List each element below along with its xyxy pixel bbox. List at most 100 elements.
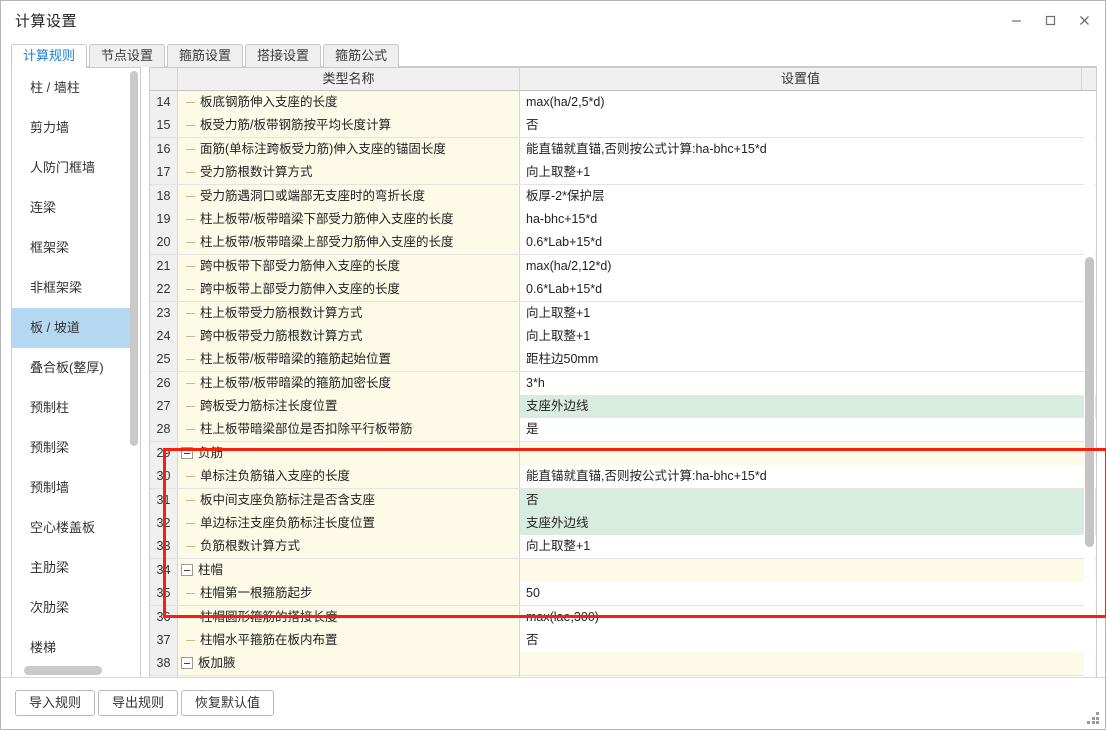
table-row[interactable]: 29 负筋 bbox=[150, 441, 1096, 466]
row-type-name[interactable]: 跨中板带下部受力筋伸入支座的长度 bbox=[178, 254, 520, 278]
row-type-name[interactable]: 柱帽第一根箍筋起步 bbox=[178, 582, 520, 606]
sidebar-item-0[interactable]: 柱 / 墙柱 bbox=[12, 68, 130, 108]
row-setting-value[interactable]: max(ha/2,12*d) bbox=[520, 254, 1096, 278]
tab-3[interactable]: 搭接设置 bbox=[245, 44, 322, 67]
row-type-name[interactable]: 柱帽水平箍筋在板内布置 bbox=[178, 628, 520, 652]
row-type-name[interactable]: 单边标注支座负筋标注长度位置 bbox=[178, 512, 520, 536]
row-setting-value[interactable]: 能直锚就直锚,否则按公式计算:ha-bhc+15*d bbox=[520, 137, 1096, 161]
row-setting-value[interactable] bbox=[520, 441, 1096, 465]
maximize-icon[interactable] bbox=[1033, 5, 1067, 35]
table-row[interactable]: 37 柱帽水平箍筋在板内布置否 bbox=[150, 628, 1096, 653]
row-setting-value[interactable]: 向上取整+1 bbox=[520, 161, 1096, 185]
row-type-name[interactable]: 受力筋根数计算方式 bbox=[178, 161, 520, 185]
sidebar-item-12[interactable]: 主肋梁 bbox=[12, 548, 130, 588]
table-row[interactable]: 32 单边标注支座负筋标注长度位置 支座外边线 bbox=[150, 512, 1096, 536]
sidebar-item-3[interactable]: 连梁 bbox=[12, 188, 130, 228]
sidebar-item-6[interactable]: 板 / 坡道 bbox=[12, 308, 130, 348]
tab-2[interactable]: 箍筋设置 bbox=[167, 44, 244, 67]
collapse-minus-icon[interactable] bbox=[181, 446, 193, 459]
table-row[interactable]: 19 柱上板带/板带暗梁下部受力筋伸入支座的长度 ha-bhc+15*d bbox=[150, 207, 1096, 232]
tab-0[interactable]: 计算规则 bbox=[11, 44, 88, 68]
row-type-name[interactable]: 跨板受力筋标注长度位置 bbox=[178, 395, 520, 419]
row-setting-value[interactable]: 支座外边线 bbox=[520, 395, 1096, 419]
row-type-name[interactable]: 柱上板带/板带暗梁的箍筋起始位置 bbox=[178, 348, 520, 372]
table-row[interactable]: 26 柱上板带/板带暗梁的箍筋加密长度 3*h bbox=[150, 371, 1096, 396]
column-header-type-name[interactable]: 类型名称 bbox=[178, 68, 520, 90]
row-type-name[interactable]: 板中间支座负筋标注是否含支座 bbox=[178, 488, 520, 512]
row-type-name[interactable]: 柱上板带/板带暗梁上部受力筋伸入支座的长度 bbox=[178, 231, 520, 255]
row-setting-value[interactable]: 向上取整+1 bbox=[520, 301, 1096, 325]
collapse-minus-icon[interactable] bbox=[181, 563, 193, 576]
row-setting-value[interactable]: 支座外边线 bbox=[520, 512, 1096, 536]
table-row[interactable]: 36 柱帽圆形箍筋的搭接长度 max(lae,300) bbox=[150, 605, 1096, 629]
tab-1[interactable]: 节点设置 bbox=[89, 44, 166, 67]
tab-4[interactable]: 箍筋公式 bbox=[323, 44, 400, 67]
row-type-name[interactable]: 板受力筋/板带钢筋按平均长度计算 bbox=[178, 114, 520, 138]
row-setting-value[interactable]: 是 bbox=[520, 418, 1096, 442]
sidebar-vertical-scrollbar[interactable] bbox=[130, 71, 138, 656]
sidebar-item-8[interactable]: 预制柱 bbox=[12, 388, 130, 428]
grid-vertical-scrollbar[interactable] bbox=[1084, 92, 1095, 676]
table-row[interactable]: 31 板中间支座负筋标注是否含支座否 bbox=[150, 488, 1096, 513]
row-setting-value[interactable]: 否 bbox=[520, 628, 1096, 652]
sidebar-item-2[interactable]: 人防门框墙 bbox=[12, 148, 130, 188]
row-setting-value[interactable]: 向上取整+1 bbox=[520, 535, 1096, 559]
import-rules-button[interactable]: 导入规则 bbox=[15, 690, 96, 716]
row-setting-value[interactable]: 否 bbox=[520, 114, 1096, 138]
row-setting-value[interactable]: 50 bbox=[520, 582, 1096, 606]
row-setting-value[interactable]: 3*h bbox=[520, 371, 1096, 395]
grid-vertical-scrollbar-thumb[interactable] bbox=[1085, 257, 1094, 547]
row-setting-value[interactable]: 距柱边50mm bbox=[520, 348, 1096, 372]
sidebar-item-1[interactable]: 剪力墙 bbox=[12, 108, 130, 148]
table-row[interactable]: 14 板底钢筋伸入支座的长度 max(ha/2,5*d) bbox=[150, 91, 1096, 115]
sidebar-horizontal-scrollbar-thumb[interactable] bbox=[24, 666, 102, 675]
restore-defaults-button[interactable]: 恢复默认值 bbox=[181, 690, 275, 716]
table-row[interactable]: 34 柱帽 bbox=[150, 558, 1096, 583]
table-row[interactable]: 17 受力筋根数计算方式 向上取整+1 bbox=[150, 161, 1096, 185]
table-row[interactable]: 21 跨中板带下部受力筋伸入支座的长度 max(ha/2,12*d) bbox=[150, 254, 1096, 279]
table-row[interactable]: 28 柱上板带暗梁部位是否扣除平行板带筋是 bbox=[150, 418, 1096, 442]
row-type-name[interactable]: 板加腋 bbox=[178, 652, 520, 676]
export-rules-button[interactable]: 导出规则 bbox=[98, 690, 179, 716]
row-setting-value[interactable]: 板厚-2*保护层 bbox=[520, 184, 1096, 208]
sidebar-item-13[interactable]: 次肋梁 bbox=[12, 588, 130, 628]
table-row[interactable]: 16 面筋(单标注跨板受力筋)伸入支座的锚固长度 能直锚就直锚,否则按公式计算:ha… bbox=[150, 137, 1096, 162]
row-type-name[interactable]: 柱帽圆形箍筋的搭接长度 bbox=[178, 605, 520, 629]
row-type-name[interactable]: 柱上板带/板带暗梁下部受力筋伸入支座的长度 bbox=[178, 207, 520, 231]
table-row[interactable]: 15 板受力筋/板带钢筋按平均长度计算否 bbox=[150, 114, 1096, 138]
row-setting-value[interactable] bbox=[520, 558, 1096, 582]
sidebar-item-9[interactable]: 预制梁 bbox=[12, 428, 130, 468]
table-row[interactable]: 22 跨中板带上部受力筋伸入支座的长度 0.6*Lab+15*d bbox=[150, 278, 1096, 302]
table-row[interactable]: 35 柱帽第一根箍筋起步 50 bbox=[150, 582, 1096, 606]
row-type-name[interactable]: 柱帽 bbox=[178, 558, 520, 582]
row-type-name[interactable]: 负筋 bbox=[178, 441, 520, 465]
row-type-name[interactable]: 单标注负筋锚入支座的长度 bbox=[178, 465, 520, 489]
table-row[interactable]: 18 受力筋遇洞口或端部无支座时的弯折长度 板厚-2*保护层 bbox=[150, 184, 1096, 208]
row-type-name[interactable]: 柱上板带暗梁部位是否扣除平行板带筋 bbox=[178, 418, 520, 442]
row-setting-value[interactable]: 向上取整+1 bbox=[520, 324, 1096, 348]
row-type-name[interactable]: 受力筋遇洞口或端部无支座时的弯折长度 bbox=[178, 184, 520, 208]
sidebar-item-7[interactable]: 叠合板(整厚) bbox=[12, 348, 130, 388]
row-type-name[interactable]: 柱上板带/板带暗梁的箍筋加密长度 bbox=[178, 371, 520, 395]
row-type-name[interactable]: 面筋(单标注跨板受力筋)伸入支座的锚固长度 bbox=[178, 137, 520, 161]
row-type-name[interactable]: 柱上板带受力筋根数计算方式 bbox=[178, 301, 520, 325]
close-icon[interactable] bbox=[1067, 5, 1101, 35]
row-type-name[interactable]: 跨中板带受力筋根数计算方式 bbox=[178, 324, 520, 348]
row-type-name[interactable]: 跨中板带上部受力筋伸入支座的长度 bbox=[178, 278, 520, 302]
sidebar-item-11[interactable]: 空心楼盖板 bbox=[12, 508, 130, 548]
minimize-icon[interactable] bbox=[999, 5, 1033, 35]
sidebar-horizontal-scrollbar[interactable] bbox=[14, 666, 128, 675]
sidebar-item-4[interactable]: 框架梁 bbox=[12, 228, 130, 268]
row-type-name[interactable]: 负筋根数计算方式 bbox=[178, 535, 520, 559]
column-header-setting-value[interactable]: 设置值 bbox=[520, 68, 1082, 90]
row-type-name[interactable]: 板底钢筋伸入支座的长度 bbox=[178, 91, 520, 114]
sidebar-vertical-scrollbar-thumb[interactable] bbox=[130, 71, 138, 446]
resize-grip-icon[interactable] bbox=[1087, 712, 1100, 725]
row-setting-value[interactable]: max(lae,300) bbox=[520, 605, 1096, 629]
table-row[interactable]: 30 单标注负筋锚入支座的长度 能直锚就直锚,否则按公式计算:ha-bhc+15*d bbox=[150, 465, 1096, 489]
table-row[interactable]: 25 柱上板带/板带暗梁的箍筋起始位置 距柱边50mm bbox=[150, 348, 1096, 372]
column-header-index[interactable] bbox=[150, 68, 178, 90]
row-setting-value[interactable]: 能直锚就直锚,否则按公式计算:ha-bhc+15*d bbox=[520, 465, 1096, 489]
table-row[interactable]: 24 跨中板带受力筋根数计算方式 向上取整+1 bbox=[150, 324, 1096, 349]
sidebar-item-10[interactable]: 预制墙 bbox=[12, 468, 130, 508]
